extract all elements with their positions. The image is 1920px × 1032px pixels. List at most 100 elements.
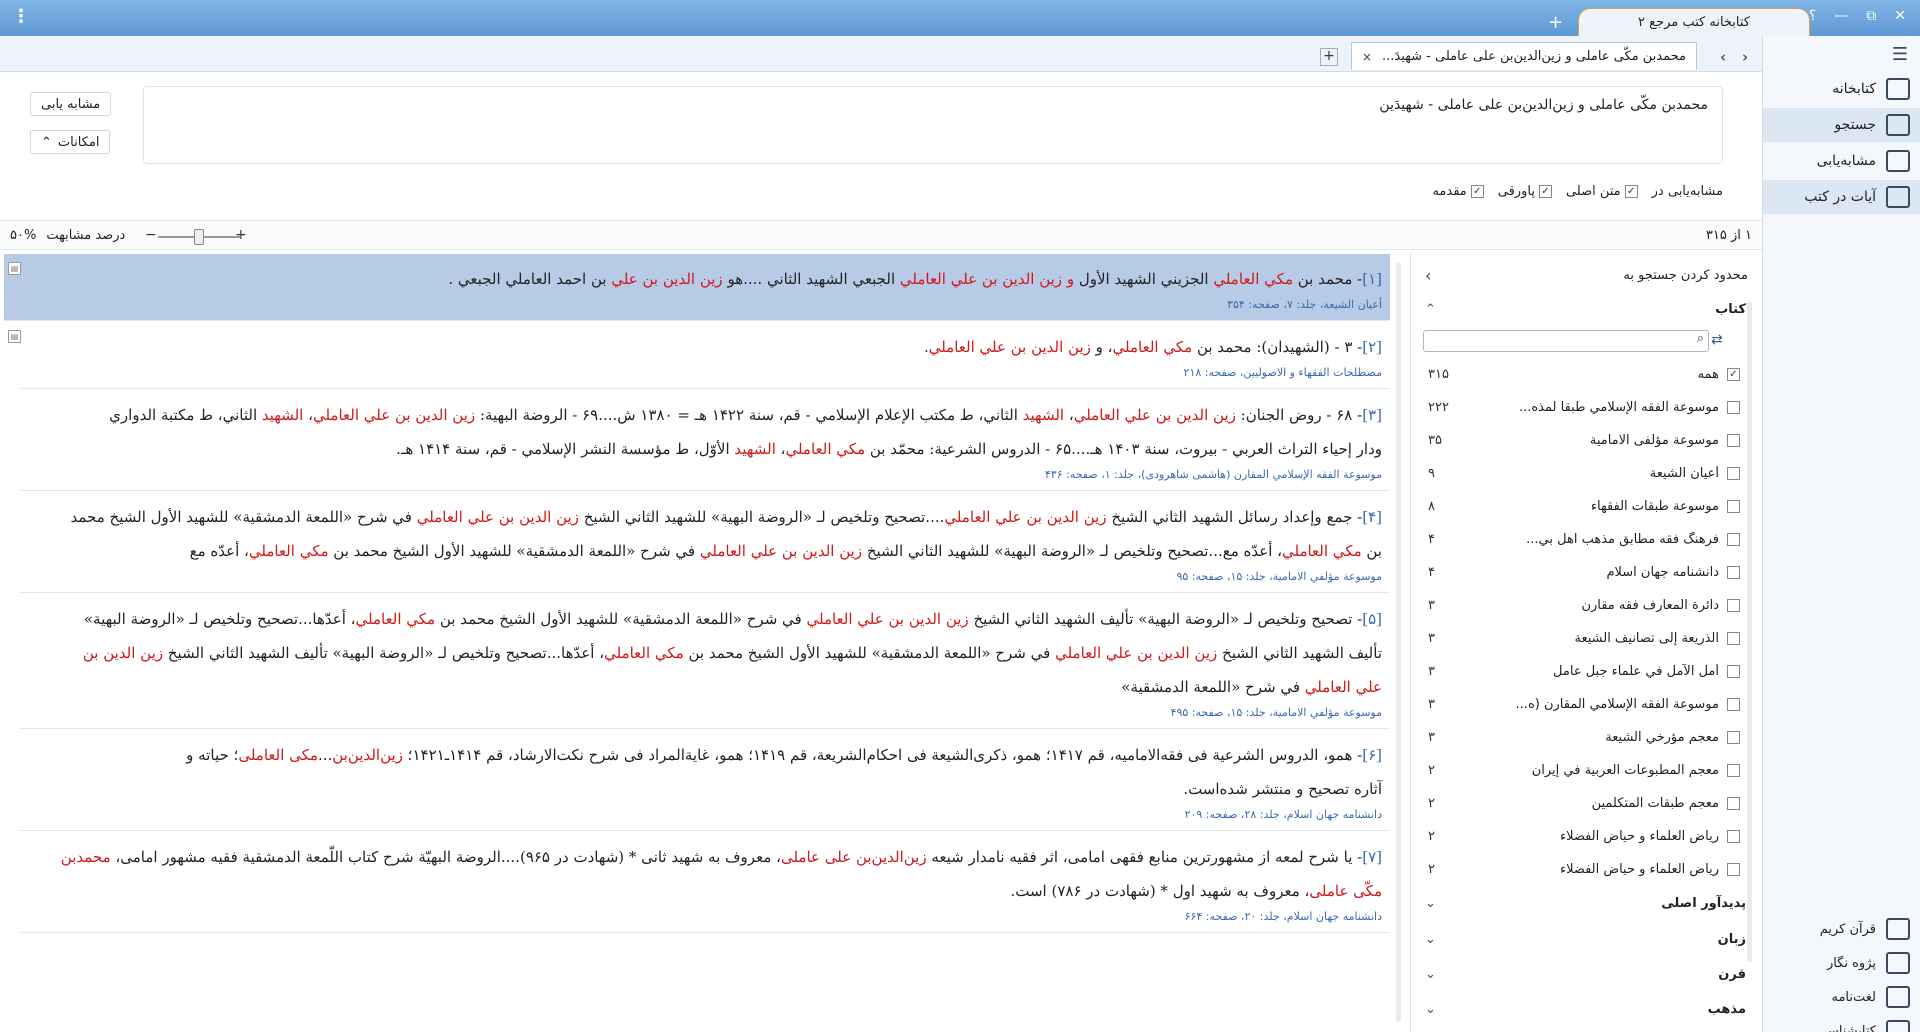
book-filter-row[interactable]: أمل الآمل في علماء جبل عامل ۳ — [1428, 655, 1740, 688]
sidebar-item-0[interactable]: کتابخانه — [1763, 72, 1920, 106]
filter-section-title[interactable]: پدیدآور اصلی — [1661, 896, 1746, 911]
result-item[interactable]: [۶]- همو، الدروس الشرعية فى فقه‌الاماميه… — [20, 730, 1390, 831]
result-number[interactable]: [۳] — [1362, 406, 1382, 424]
scope-checkbox[interactable]: ✓ — [1470, 185, 1484, 198]
result-mark-icon[interactable]: ▤ — [8, 262, 21, 275]
book-checkbox[interactable] — [1727, 698, 1740, 711]
main-menu-icon[interactable]: ⋮ — [12, 8, 30, 26]
book-filter-row[interactable]: أعيان الشيعة ۹ — [1428, 457, 1740, 490]
book-filter-row[interactable]: رياض العلماء و حياض الفضلاء ۲ — [1428, 820, 1740, 853]
book-checkbox[interactable] — [1727, 797, 1740, 810]
result-item[interactable]: [۱]- محمد بن مكي العاملي الجزيني الشهيد … — [4, 254, 1390, 321]
result-item[interactable]: [۵]- تصحيح وتلخيص لـ «الروضة البهية» تأل… — [20, 594, 1390, 729]
minimize-button[interactable]: — — [1834, 8, 1848, 24]
add-tab-button[interactable]: + — [1320, 48, 1338, 66]
sidebar-bottom-item-1[interactable]: پژوه نگار — [1763, 946, 1920, 980]
scope-option-2[interactable]: ✓مقدمه — [1432, 184, 1484, 199]
document-tab[interactable]: محمدبن مکّی عاملی و زین‌الدین‌بن علی عام… — [1351, 42, 1697, 70]
books-section-title[interactable]: کتاب — [1715, 302, 1746, 317]
similar-search-button[interactable]: مشابه یابی — [30, 92, 112, 116]
book-filter-row[interactable]: معجم طبقات المتكلمين ۲ — [1428, 787, 1740, 820]
result-number[interactable]: [۷] — [1362, 848, 1382, 866]
book-filter-row[interactable]: ✓ همه ۳۱۵ — [1428, 358, 1740, 391]
book-filter-row[interactable]: دائرة المعارف فقه مقارن ۳ — [1428, 589, 1740, 622]
book-filter-row[interactable]: موسوعة مؤلفی الامامیة ۳۵ — [1428, 424, 1740, 457]
result-mark-icon[interactable]: ▤ — [8, 330, 21, 343]
hamburger-icon[interactable]: ☰ — [1892, 44, 1908, 65]
chevron-up-icon[interactable]: ⌃ — [1425, 302, 1436, 317]
scope-checkbox[interactable]: ✓ — [1538, 185, 1552, 198]
book-checkbox[interactable] — [1727, 731, 1740, 744]
help-button[interactable]: ؟ — [1809, 8, 1816, 24]
results-scrollbar[interactable] — [1396, 262, 1401, 1022]
result-source-link[interactable]: دانشنامه جهان اسلام، جلد: ۲۸، صفحه: ۲۰۹ — [28, 806, 1382, 824]
book-checkbox[interactable] — [1727, 764, 1740, 777]
chevron-down-icon[interactable]: ⌄ — [1425, 1002, 1436, 1017]
book-checkbox[interactable] — [1727, 665, 1740, 678]
similarity-increase-icon[interactable]: + — [235, 227, 247, 243]
book-filter-row[interactable]: فرهنگ فقه مطابق مذهب اهل بي... ۴ — [1428, 523, 1740, 556]
sidebar-bottom-item-2[interactable]: لغت‌نامه — [1763, 980, 1920, 1014]
result-source-link[interactable]: مصطلحات الفقهاء و الاصوليين، صفحه: ۲۱۸ — [28, 364, 1382, 382]
options-button[interactable]: ⌃ امکانات — [30, 130, 111, 154]
result-number[interactable]: [۱] — [1362, 270, 1382, 288]
tabs-next-icon[interactable]: ‹ — [1720, 48, 1726, 66]
similarity-slider-thumb[interactable] — [194, 229, 204, 245]
chevron-down-icon[interactable]: ⌄ — [1425, 967, 1436, 982]
result-item[interactable]: [۳]- ۶۸ - روض الجنان: زين الدين بن علي ا… — [20, 390, 1390, 491]
result-item[interactable]: [۴]- جمع وإعداد رسائل الشهيد الثاني الشي… — [20, 492, 1390, 593]
book-checkbox[interactable] — [1727, 599, 1740, 612]
result-source-link[interactable]: دانشنامه جهان اسلام، جلد: ۲۰، صفحه: ۶۶۴ — [28, 908, 1382, 926]
sidebar-item-2[interactable]: مشابه‌یابی — [1763, 144, 1920, 178]
scope-option-1[interactable]: ✓پاورقی — [1498, 184, 1552, 199]
book-checkbox[interactable] — [1727, 566, 1740, 579]
book-filter-row[interactable]: دانشنامه جهان اسلام ۴ — [1428, 556, 1740, 589]
result-number[interactable]: [۵] — [1362, 610, 1382, 628]
sidebar-item-3[interactable]: آیات در کتب — [1763, 180, 1920, 214]
similarity-decrease-icon[interactable]: − — [145, 227, 157, 243]
close-button[interactable]: ✕ — [1894, 8, 1906, 24]
filter-section-title[interactable]: زبان — [1718, 932, 1746, 947]
book-checkbox[interactable] — [1727, 863, 1740, 876]
book-filter-row[interactable]: الذريعة إلى تصانيف الشيعة ۳ — [1428, 622, 1740, 655]
book-checkbox[interactable] — [1727, 632, 1740, 645]
book-checkbox[interactable]: ✓ — [1727, 368, 1740, 381]
result-source-link[interactable]: موسوعة مؤلفي الامامية، جلد: ۱۵، صفحه: ۴۹… — [28, 704, 1382, 722]
chevron-down-icon[interactable]: ⌄ — [1425, 932, 1436, 947]
result-number[interactable]: [۶] — [1362, 746, 1382, 764]
result-number[interactable]: [۲] — [1362, 338, 1382, 356]
book-checkbox[interactable] — [1727, 500, 1740, 513]
sidebar-item-1[interactable]: جستجو — [1763, 108, 1920, 142]
search-query-box[interactable]: محمدبن مکّی عاملی و زین‌الدین‌بن علی عام… — [143, 86, 1723, 164]
book-filter-row[interactable]: موسوعة طبقات الفقهاء ۸ — [1428, 490, 1740, 523]
filter-section-title[interactable]: قرن — [1718, 967, 1746, 982]
filter-section-title[interactable]: مذهب — [1708, 1002, 1746, 1017]
app-tab[interactable]: کتابخانه کتب مرجع ۲ — [1578, 8, 1810, 36]
new-app-tab-button[interactable]: + — [1548, 14, 1563, 32]
sidebar-bottom-item-3[interactable]: کتابشناسی — [1763, 1014, 1920, 1032]
scope-option-0[interactable]: ✓متن اصلی — [1566, 184, 1638, 199]
restore-button[interactable]: ⧉ — [1866, 8, 1876, 24]
book-filter-row[interactable]: موسوعة الفقه الإسلامي المقارن (ه... ۳ — [1428, 688, 1740, 721]
book-filter-row[interactable]: معجم مؤرخي الشيعة ۳ — [1428, 721, 1740, 754]
tabs-prev-icon[interactable]: › — [1742, 48, 1748, 66]
result-number[interactable]: [۴] — [1362, 508, 1382, 526]
books-scrollbar[interactable] — [1747, 302, 1752, 962]
book-checkbox[interactable] — [1727, 401, 1740, 414]
book-checkbox[interactable] — [1727, 434, 1740, 447]
result-item[interactable]: [۷]- یا شرح لمعه از مشهورترین منابع فقهی… — [20, 832, 1390, 933]
book-checkbox[interactable] — [1727, 467, 1740, 480]
book-filter-row[interactable]: معجم المطبوعات العربية في إيران ۲ — [1428, 754, 1740, 787]
scope-checkbox[interactable]: ✓ — [1624, 185, 1638, 198]
result-source-link[interactable]: موسوعة مؤلفي الامامية، جلد: ۱۵، صفحه: ۹۵ — [28, 568, 1382, 586]
result-source-link[interactable]: أعيان الشيعة، جلد: ۷، صفحه: ۳۵۴ — [12, 296, 1382, 314]
result-source-link[interactable]: موسوعة الفقه الإسلامي المقارن (هاشمى شاه… — [28, 466, 1382, 484]
book-checkbox[interactable] — [1727, 533, 1740, 546]
chevron-down-icon[interactable]: ⌄ — [1425, 896, 1436, 911]
close-tab-icon[interactable]: × — [1362, 50, 1372, 64]
result-item[interactable]: [۲]- ۳ - (الشهيدان): محمد بن مكي العاملي… — [20, 322, 1390, 389]
sort-icon[interactable]: ⇄ — [1711, 332, 1723, 348]
book-checkbox[interactable] — [1727, 830, 1740, 843]
sidebar-bottom-item-0[interactable]: قرآن کریم — [1763, 912, 1920, 946]
collapse-filter-icon[interactable]: ‹ — [1425, 266, 1431, 285]
